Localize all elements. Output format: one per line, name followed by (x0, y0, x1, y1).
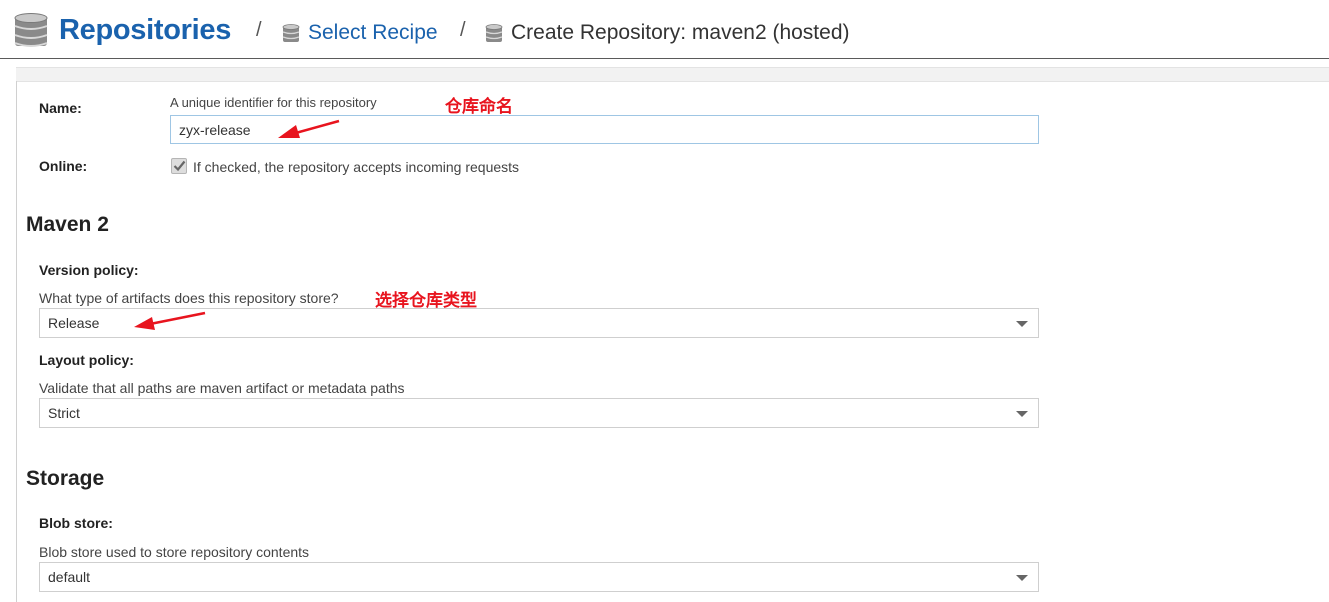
annotation-arrow (278, 119, 340, 138)
annotation-arrows (134, 119, 340, 330)
annotation-arrow (134, 311, 206, 330)
